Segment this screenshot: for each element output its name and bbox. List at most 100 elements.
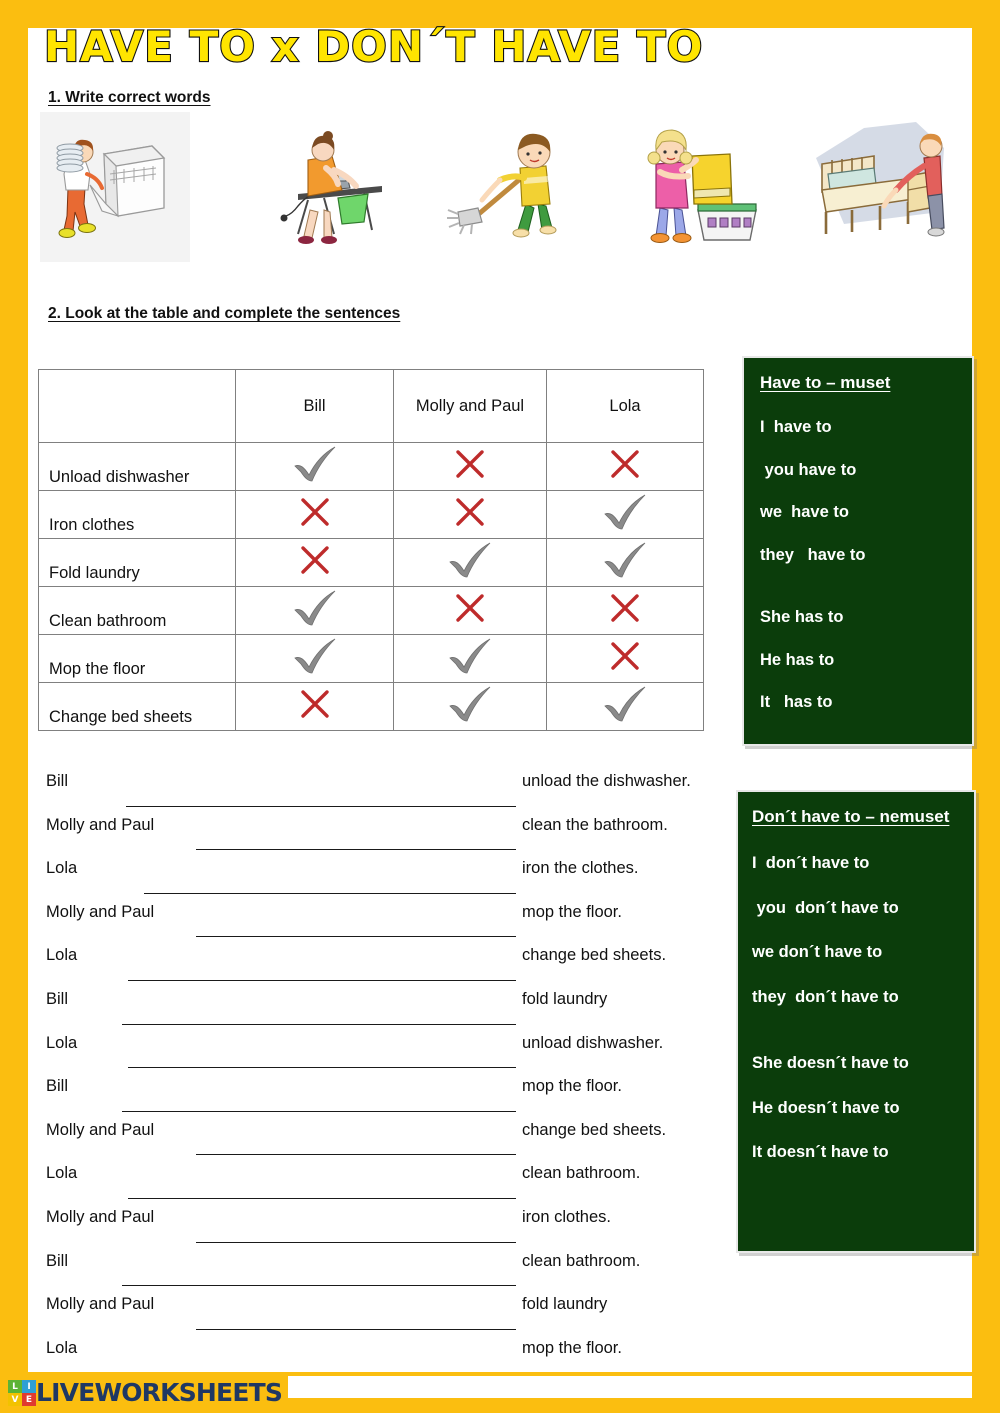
chore-cell [546,586,704,635]
chore-cell [235,442,394,491]
chore-cell [546,442,704,491]
check-mark-icon [293,446,335,482]
conjugation-line: He has to [760,650,835,669]
sentence-predicate: mop the floor. [522,1338,622,1357]
table-row: Fold laundry [38,538,704,587]
answer-blank[interactable] [126,805,516,807]
conjugation-line: we have to [760,503,849,522]
answer-blank[interactable] [196,1241,516,1243]
answer-blank[interactable] [128,1197,516,1199]
chore-cell [393,490,547,539]
cross-mark-icon [300,498,329,526]
check-mark-icon [604,686,646,722]
sentence-predicate: change bed sheets. [522,946,667,965]
sentence-subject: Lola [46,1164,78,1183]
sentence-predicate: fold laundry [522,1295,608,1314]
sentence-predicate: iron the clothes. [522,859,639,878]
conjugation-line: you don´t have to [752,898,899,917]
answer-blank[interactable] [122,1023,516,1025]
answer-blank[interactable] [122,1110,516,1112]
conjugation-line: we don´t have to [752,943,883,962]
answer-blank[interactable] [128,979,516,981]
answer-blank[interactable] [196,1154,516,1156]
change-bed-sheets-picture [804,112,954,262]
page-title: HAVE TO x DON´T HAVE TO [43,22,704,71]
sentence-predicate: iron clothes. [522,1207,611,1226]
sentence-predicate: fold laundry [522,989,608,1008]
conjugation-line: they don´t have to [752,987,899,1006]
dont-have-to-box-lines: I don´t have to you don´t have to we don´… [752,855,974,1161]
answer-blank[interactable] [196,849,516,851]
answer-blank[interactable] [196,936,516,938]
sentence-row: Lola change bed sheets. [46,946,726,990]
liveworksheets-brand-text: LIVEWORKSHEETS [36,1378,283,1407]
chore-label: Iron clothes [38,490,236,539]
sentence-row: Molly and Paul clean the bathroom. [46,816,726,860]
chore-cell [393,586,547,635]
task-2-heading: 2. Look at the table and complete the se… [48,305,401,322]
answer-blank[interactable] [144,892,516,894]
sentence-row: Bill mop the floor. [46,1077,726,1121]
chore-label: Mop the floor [38,634,236,683]
iron-clothes-picture [264,112,414,262]
cross-mark-icon [300,546,329,574]
chore-cell [235,490,394,539]
cross-mark-icon [456,594,484,622]
logo-tile: I [22,1380,36,1393]
sentence-row: Lola clean bathroom. [46,1164,726,1208]
table-row: Clean bathroom [38,586,704,635]
sentence-predicate: unload dishwasher. [522,1033,664,1052]
sentence-predicate: clean bathroom. [522,1164,641,1183]
table-row: Unload dishwasher [38,442,704,491]
conjugation-line: He doesn´t have to [752,1098,900,1117]
mop-the-floor-picture [434,112,584,262]
check-mark-icon [449,542,491,578]
cross-mark-icon [456,498,484,526]
cross-mark-icon [611,594,639,622]
col-header-bill: Bill [235,369,394,443]
sentence-subject: Molly and Paul [46,902,155,921]
sentence-row: Molly and Paul mop the floor. [46,903,726,947]
liveworksheets-logo[interactable]: LIVE LIVEWORKSHEETS [8,1378,288,1408]
logo-tile: V [8,1393,22,1406]
table-header-row: Bill Molly and Paul Lola [38,369,704,443]
fold-laundry-picture [626,112,776,262]
conjugation-line: She has to [760,608,844,627]
chore-cell [393,634,547,683]
sentence-subject: Lola [46,859,78,878]
sentence-predicate: clean the bathroom. [522,815,668,834]
chores-table-body: Unload dishwasher Iron clothes Fold laundr… [38,442,704,731]
check-mark-icon [449,638,491,674]
cross-mark-icon [456,450,484,478]
sentence-row: Bill unload the dishwasher. [46,772,726,816]
chore-label: Unload dishwasher [38,442,236,491]
cross-mark-icon [611,642,639,670]
worksheet-page: HAVE TO x DON´T HAVE TO 1. Write correct… [0,0,1000,1413]
sentence-subject: Lola [46,1338,78,1357]
chore-cell [235,586,394,635]
check-mark-icon [293,638,335,674]
answer-blank[interactable] [128,1067,516,1069]
chore-cell [546,682,704,731]
sentence-subject: Molly and Paul [46,1295,155,1314]
answer-blank[interactable] [122,1285,516,1287]
answer-blank[interactable] [196,1328,516,1330]
sentence-exercise-list: Bill unload the dishwasher. Molly and Paul… [46,772,726,1382]
table-row: Iron clothes [38,490,704,539]
conjugation-line: I have to [760,418,832,437]
chore-label: Fold laundry [38,538,236,587]
footer-white-strip [288,1376,972,1398]
task-1-heading: 1. Write correct words [48,89,211,106]
unload-dishwasher-picture [40,112,190,262]
logo-tile: E [22,1393,36,1406]
sentence-row: Bill fold laundry [46,990,726,1034]
check-mark-icon [604,494,646,530]
chores-table-head: Bill Molly and Paul Lola [38,369,704,443]
chores-table: Bill Molly and Paul Lola Unload dishwash… [38,369,704,731]
sentence-subject: Molly and Paul [46,1207,155,1226]
have-to-box-lines: I have to you have to we have to they have… [760,419,972,711]
sentence-subject: Molly and Paul [46,1120,155,1139]
dont-have-to-box: Don´t have to – nemuset I don´t have to … [736,790,976,1253]
